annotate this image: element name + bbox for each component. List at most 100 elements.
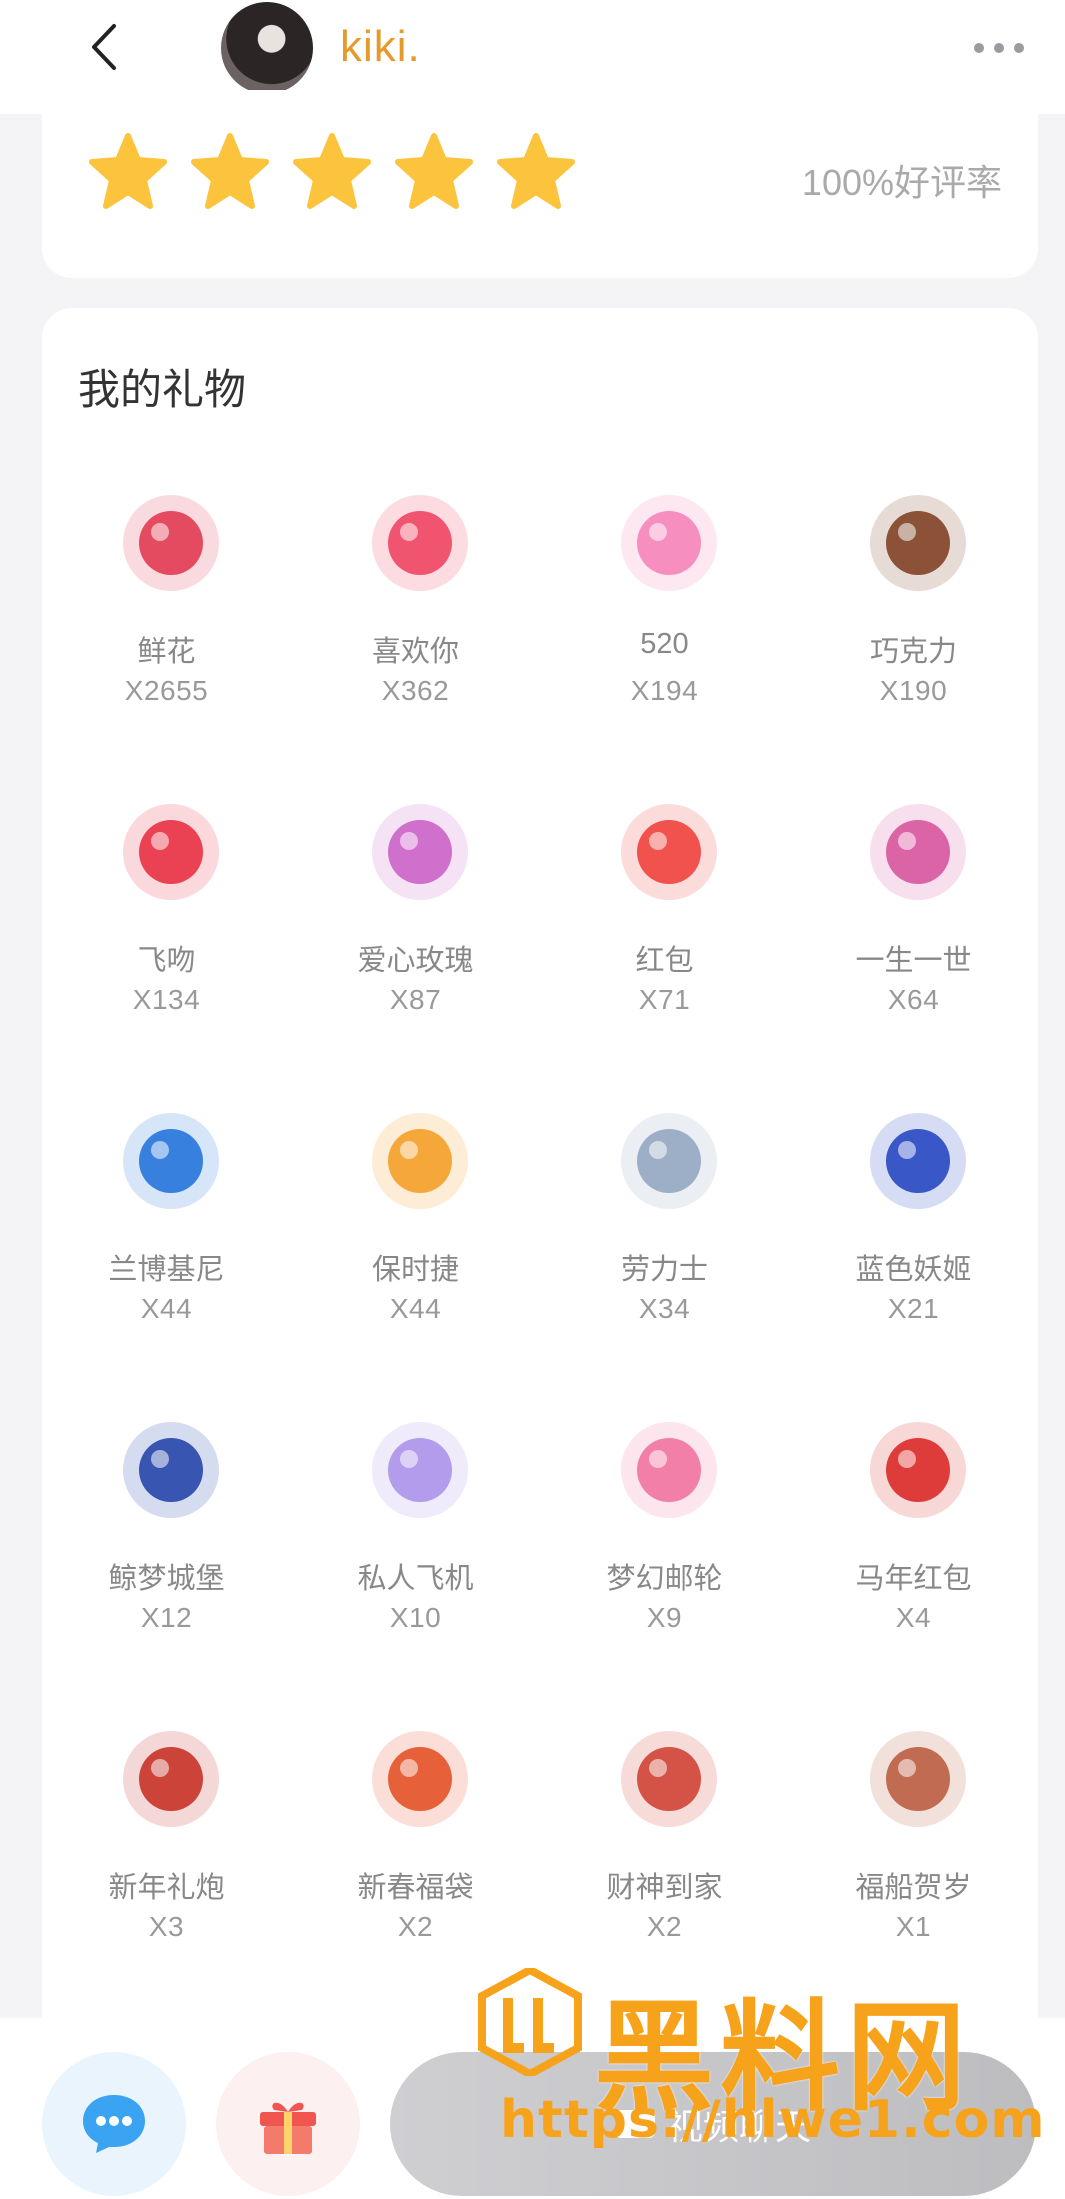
gift-count: X9 xyxy=(646,1602,683,1633)
god-of-wealth-icon xyxy=(604,1714,734,1844)
gift-item[interactable]: 巧克力 X190 xyxy=(789,478,1038,787)
gift-name: 鲜花 xyxy=(137,636,196,668)
gift-count: X3 xyxy=(148,1911,185,1942)
gift-count: X12 xyxy=(140,1602,193,1633)
gift-item[interactable]: 鲜花 X2655 xyxy=(42,478,291,787)
porsche-icon xyxy=(355,1096,485,1226)
gift-name: 巧克力 xyxy=(869,636,957,668)
gift-count: X2 xyxy=(646,1911,683,1942)
gift-name: 520 xyxy=(640,628,689,660)
gift-name: 劳力士 xyxy=(620,1254,708,1286)
gift-item[interactable]: 兰博基尼 X44 xyxy=(42,1096,291,1405)
gift-button[interactable] xyxy=(216,2052,360,2196)
gift-item[interactable]: 福船贺岁 X1 xyxy=(789,1714,1038,2023)
more-dots-icon xyxy=(974,43,984,53)
gift-item[interactable]: 爱心玫瑰 X87 xyxy=(291,787,540,1096)
gift-name: 一生一世 xyxy=(855,945,972,977)
gift-count: X21 xyxy=(887,1293,940,1324)
video-camera-icon xyxy=(614,2110,655,2138)
gift-item[interactable]: 马年红包 X4 xyxy=(789,1405,1038,1714)
star-icon xyxy=(88,132,168,212)
star-icon xyxy=(496,132,576,212)
rose-icon xyxy=(106,478,236,608)
gift-item[interactable]: 新年礼炮 X3 xyxy=(42,1714,291,2023)
gift-count: X10 xyxy=(389,1602,442,1633)
jet-icon xyxy=(355,1405,485,1535)
gift-count: X44 xyxy=(389,1293,442,1324)
gift-count: X2655 xyxy=(124,675,209,706)
star-icon xyxy=(190,132,270,212)
gift-item[interactable]: 一生一世 X64 xyxy=(789,787,1038,1096)
rating-card: 100%好评率 xyxy=(42,90,1038,278)
gift-count: X87 xyxy=(389,984,442,1015)
blue-roses-icon xyxy=(853,1096,983,1226)
watch-icon xyxy=(604,1096,734,1226)
heart-roses-icon xyxy=(355,787,485,917)
horse-envelope-icon xyxy=(853,1405,983,1535)
gift-name: 保时捷 xyxy=(371,1254,459,1286)
gift-name: 马年红包 xyxy=(855,1563,972,1595)
avatar[interactable] xyxy=(221,2,313,94)
gift-item[interactable]: 飞吻 X134 xyxy=(42,787,291,1096)
lips-icon xyxy=(106,787,236,917)
gifts-title: 我的礼物 xyxy=(78,366,247,413)
1314-icon xyxy=(853,787,983,917)
gift-item[interactable]: 劳力士 X34 xyxy=(540,1096,789,1405)
gift-name: 爱心玫瑰 xyxy=(357,945,474,977)
more-button[interactable] xyxy=(974,38,1030,58)
gift-name: 飞吻 xyxy=(137,945,196,977)
gift-name: 福船贺岁 xyxy=(855,1872,972,1904)
gift-item[interactable]: 520 X194 xyxy=(540,478,789,787)
gift-item[interactable]: 私人飞机 X10 xyxy=(291,1405,540,1714)
gift-name: 新年礼炮 xyxy=(108,1872,225,1904)
lucky-boat-icon xyxy=(853,1714,983,1844)
chat-bubble-icon xyxy=(83,2095,145,2153)
red-envelope-icon xyxy=(604,787,734,917)
chocolate-icon xyxy=(853,478,983,608)
gift-count: X44 xyxy=(140,1293,193,1324)
chevron-left-icon xyxy=(92,24,116,70)
gift-name: 蓝色妖姬 xyxy=(855,1254,972,1286)
gift-count: X134 xyxy=(132,984,201,1015)
gift-name: 鲸梦城堡 xyxy=(108,1563,225,1595)
gift-item[interactable]: 财神到家 X2 xyxy=(540,1714,789,2023)
gift-count: X190 xyxy=(879,675,948,706)
gift-name: 梦幻邮轮 xyxy=(606,1563,723,1595)
gift-count: X64 xyxy=(887,984,940,1015)
gift-name: 兰博基尼 xyxy=(108,1254,225,1286)
gift-item[interactable]: 红包 X71 xyxy=(540,787,789,1096)
gift-count: X2 xyxy=(397,1911,434,1942)
cannon-icon xyxy=(106,1714,236,1844)
gift-grid: 鲜花 X2655 喜欢你 X362 520 X194 巧克力 X190 飞吻 X134 爱心玫瑰 X8… xyxy=(42,478,1038,2023)
positive-rate-text: 100%好评率 xyxy=(801,162,1002,203)
gift-item[interactable]: 蓝色妖姬 X21 xyxy=(789,1096,1038,1405)
gift-item[interactable]: 保时捷 X44 xyxy=(291,1096,540,1405)
gift-name: 红包 xyxy=(635,945,694,977)
gift-name: 喜欢你 xyxy=(371,636,459,668)
lucky-bag-icon xyxy=(355,1714,485,1844)
chat-button[interactable] xyxy=(42,2052,186,2196)
star-icon xyxy=(394,132,474,212)
bottom-action-bar: 视频聊天 xyxy=(0,2018,1065,2199)
gift-name: 财神到家 xyxy=(606,1872,723,1904)
gift-item[interactable]: 喜欢你 X362 xyxy=(291,478,540,787)
username[interactable]: kiki. xyxy=(340,22,421,72)
video-chat-button[interactable]: 视频聊天 xyxy=(390,2052,1036,2196)
gift-item[interactable]: 新春福袋 X2 xyxy=(291,1714,540,2023)
star-rating xyxy=(88,132,576,212)
back-button[interactable] xyxy=(82,22,132,72)
gift-item[interactable]: 鲸梦城堡 X12 xyxy=(42,1405,291,1714)
gift-name: 新春福袋 xyxy=(357,1872,474,1904)
cruise-ship-icon xyxy=(604,1405,734,1535)
video-chat-label: 视频聊天 xyxy=(666,2106,811,2147)
gift-count: X4 xyxy=(895,1602,932,1633)
lamborghini-icon xyxy=(106,1096,236,1226)
gift-name: 私人飞机 xyxy=(357,1563,474,1595)
gift-count: X71 xyxy=(638,984,691,1015)
gift-count: X194 xyxy=(630,675,699,706)
star-icon xyxy=(292,132,372,212)
whale-castle-icon xyxy=(106,1405,236,1535)
gift-item[interactable]: 梦幻邮轮 X9 xyxy=(540,1405,789,1714)
love-text-icon xyxy=(355,478,485,608)
gift-count: X1 xyxy=(895,1911,932,1942)
